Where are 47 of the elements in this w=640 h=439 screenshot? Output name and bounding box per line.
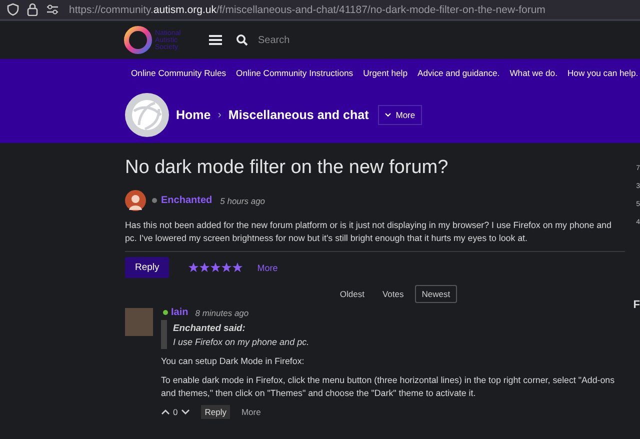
- search-icon[interactable]: [236, 34, 248, 46]
- sliders-icon[interactable]: [46, 4, 59, 15]
- nav-link[interactable]: Urgent help: [363, 68, 408, 78]
- breadcrumb-link[interactable]: Home: [176, 108, 211, 122]
- more-link[interactable]: More: [241, 407, 261, 417]
- quote-author: Enchanted said:: [173, 321, 246, 333]
- downvote-icon[interactable]: [180, 409, 190, 415]
- star-icon[interactable]: [232, 262, 244, 273]
- nav-link[interactable]: Online Community Instructions: [236, 68, 354, 78]
- search-field[interactable]: Search: [258, 34, 378, 46]
- post-body: Has this not been added for the new forum platform or is it just not displaying in my browser? I use Firefox on my phone and pc. I've lowered my screen brightness for now but it's still bright enough that it hurts my eyes to look at.: [125, 219, 612, 245]
- group-icon: [125, 92, 169, 136]
- star-icon[interactable]: [210, 262, 222, 273]
- quote-bar: [161, 320, 167, 349]
- vote-count: 0: [173, 407, 178, 417]
- reply-button[interactable]: Reply: [200, 405, 230, 419]
- reply-button[interactable]: Reply: [125, 257, 170, 278]
- nav-link[interactable]: Advice and guidance.: [418, 68, 500, 78]
- chevron-icon: [384, 112, 391, 116]
- author-link[interactable]: Enchanted: [161, 195, 212, 206]
- nav-link[interactable]: What we do.: [510, 68, 558, 78]
- upvote-icon[interactable]: [161, 409, 170, 415]
- more-link[interactable]: More: [257, 262, 278, 272]
- sort-tab[interactable]: Oldest: [332, 285, 372, 303]
- author-link[interactable]: Iain: [171, 307, 188, 318]
- quote-text: I use Firefox on my phone and pc.: [173, 337, 310, 349]
- post-title: No dark mode filter on the new forum?: [125, 157, 450, 179]
- sort-tab[interactable]: Newest: [414, 285, 458, 303]
- star-icon[interactable]: [221, 262, 232, 273]
- star-icon[interactable]: [199, 262, 210, 273]
- nav-link[interactable]: How you can help.: [567, 68, 638, 78]
- shield-icon[interactable]: [7, 3, 19, 16]
- star-icon[interactable]: [188, 262, 200, 273]
- logo-icon[interactable]: [123, 25, 153, 55]
- reply-text: You can setup Dark Mode in Firefox:: [161, 355, 306, 368]
- breadcrumb-separator: ›: [218, 108, 222, 120]
- reply-text: To enable dark mode in Firefox, click the menu button (three horizontal lines) in the top right corner, select "Add-ons and themes," then click on "Themes" and choose the "Dark" theme to activate it.: [161, 374, 616, 400]
- post-time: 5 hours ago: [220, 196, 266, 206]
- nav-link[interactable]: Online Community Rules: [131, 68, 226, 78]
- lock-icon[interactable]: [27, 3, 38, 16]
- breadcrumb-link[interactable]: Miscellaneous and chat: [228, 108, 369, 122]
- menu-icon[interactable]: [209, 35, 222, 45]
- reply-time: 8 minutes ago: [195, 308, 249, 318]
- more-button[interactable]: More: [378, 104, 422, 124]
- sort-tab[interactable]: Votes: [375, 285, 411, 303]
- avatar-icon[interactable]: [125, 190, 146, 211]
- sidebar-text: F: [633, 299, 640, 311]
